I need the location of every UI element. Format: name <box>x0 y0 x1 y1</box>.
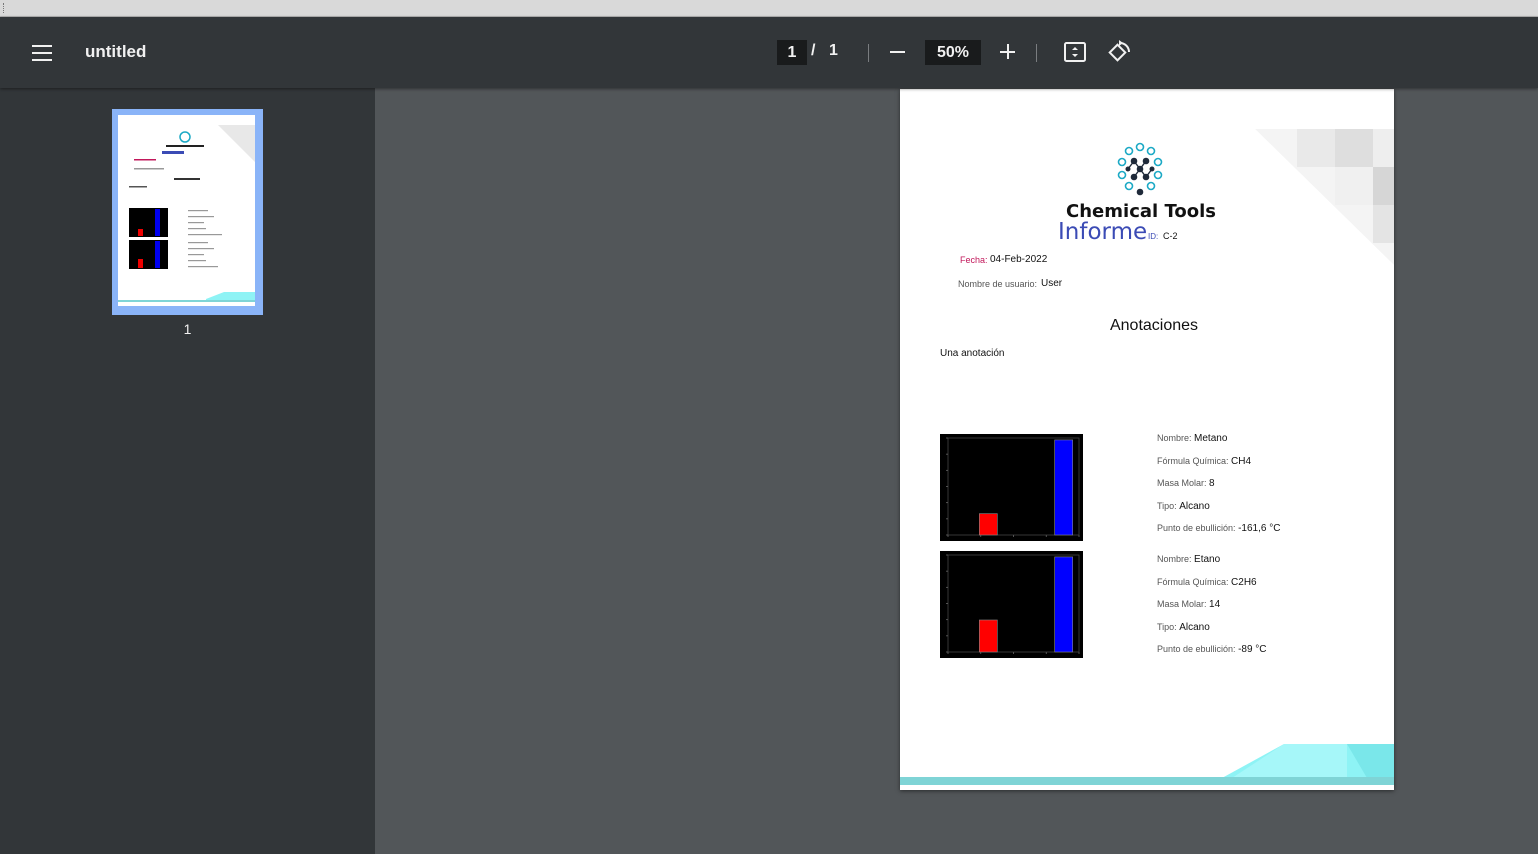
fit-to-page-icon[interactable] <box>1062 39 1088 65</box>
pdf-toolbar: untitled 1 / 1 50% <box>0 17 1538 88</box>
compound-formula: Fórmula Química: C2H6 <box>1157 577 1257 588</box>
toolbar-divider <box>1036 44 1037 62</box>
id-value: C-2 <box>1163 231 1178 241</box>
user-label: Nombre de usuario: <box>958 279 1038 289</box>
chart-bar <box>979 513 998 536</box>
compound-type: Tipo: Alcano <box>1157 622 1210 633</box>
rotate-icon[interactable] <box>1106 39 1134 65</box>
id-label: ID: <box>1148 232 1159 241</box>
bar-chart-metano <box>940 434 1083 541</box>
chart-bar <box>1054 439 1073 536</box>
user-value: User <box>1041 278 1063 289</box>
compound-boiling-point: Punto de ebullición: -89 °C <box>1157 644 1267 655</box>
menu-icon[interactable] <box>26 38 58 68</box>
document-title: untitled <box>85 42 147 61</box>
zoom-in-icon[interactable] <box>996 40 1020 64</box>
compound-boiling-point: Punto de ebullición: -161,6 °C <box>1157 523 1281 534</box>
page-total: 1 <box>829 42 838 59</box>
chart-bar <box>979 619 998 653</box>
grip-handle[interactable] <box>3 3 5 13</box>
zoom-level-input[interactable]: 50% <box>925 40 981 65</box>
compound-name: Nombre: Etano <box>1157 554 1221 565</box>
compound-formula: Fórmula Química: CH4 <box>1157 456 1252 467</box>
page-separator: / <box>811 42 816 59</box>
page-thumbnail[interactable] <box>112 109 263 315</box>
chemical-tools-logo <box>1117 142 1163 196</box>
date-value: 04-Feb-2022 <box>990 254 1048 265</box>
window-top-strip <box>0 0 1538 17</box>
corner-decoration <box>1255 129 1394 265</box>
report-heading: Informe <box>1058 219 1148 245</box>
bar-chart-etano <box>940 551 1083 658</box>
annotation-text: Una anotación <box>940 348 1005 359</box>
thumbnail-miniature <box>118 125 255 302</box>
page-number-input[interactable]: 1 <box>777 40 807 65</box>
compound-name: Nombre: Metano <box>1157 433 1228 444</box>
compound-mass: Masa Molar: 14 <box>1157 599 1221 610</box>
toolbar-divider <box>868 44 869 62</box>
thumbnail-page-number: 1 <box>183 321 192 337</box>
document-viewer[interactable]: Chemical Tools Informe ID: C-2 Fecha: 04… <box>375 88 1538 854</box>
chart-bar <box>1054 556 1073 653</box>
section-title: Anotaciones <box>1109 317 1199 334</box>
thumbnail-sidebar: 1 <box>0 88 375 854</box>
page-thumbnail-preview <box>118 115 255 306</box>
zoom-out-icon[interactable] <box>886 40 910 64</box>
footer-decoration <box>1222 744 1394 778</box>
pdf-page: Chemical Tools Informe ID: C-2 Fecha: 04… <box>900 89 1394 790</box>
date-label: Fecha: <box>960 255 988 265</box>
footer-bar <box>900 777 1394 785</box>
compound-type: Tipo: Alcano <box>1157 501 1210 512</box>
compound-mass: Masa Molar: 8 <box>1157 478 1215 489</box>
